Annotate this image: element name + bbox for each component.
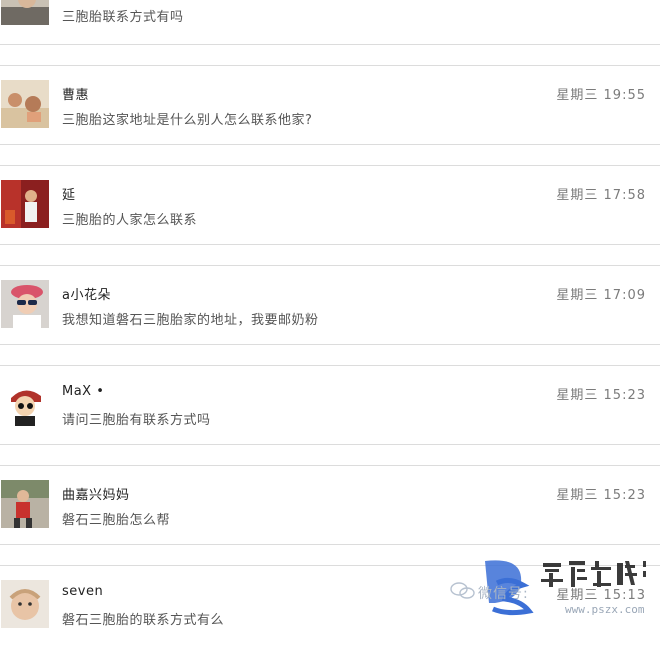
avatar[interactable]	[1, 480, 49, 528]
message-item[interactable]: a小花朵 星期三 17:09 我想知道磐石三胞胎家的地址，我要邮奶粉	[0, 266, 660, 348]
message-item[interactable]: MaX • 星期三 15:23 请问三胞胎有联系方式吗	[0, 366, 660, 448]
sender-name: 曹惠	[62, 88, 90, 103]
message-time: 星期三 15:23	[556, 488, 646, 503]
sender-name: 延	[62, 188, 76, 203]
separator	[0, 44, 660, 45]
sender-name: 曲嘉兴妈妈	[62, 488, 130, 503]
avatar[interactable]	[1, 380, 49, 428]
message-text: 磐石三胞胎怎么帮	[62, 513, 171, 528]
watermark-url: www.pszx.com	[565, 603, 645, 616]
message-item[interactable]: 三胞胎联系方式有吗	[0, 0, 660, 45]
message-time: 星期三 17:09	[556, 288, 646, 303]
avatar[interactable]	[1, 280, 49, 328]
message-text: 三胞胎这家地址是什么别人怎么联系他家?	[62, 113, 313, 128]
separator	[0, 344, 660, 345]
separator	[0, 244, 660, 245]
message-text: 磐石三胞胎的联系方式有么	[62, 613, 225, 628]
message-text: 三胞胎联系方式有吗	[62, 10, 184, 25]
sender-name: MaX •	[62, 384, 105, 399]
avatar[interactable]	[1, 580, 49, 628]
message-item[interactable]: 曹惠 星期三 19:55 三胞胎这家地址是什么别人怎么联系他家?	[0, 66, 660, 148]
watermark: 微信号: www.pszx.com	[445, 555, 660, 623]
watermark-text: 微信号:	[478, 586, 529, 602]
avatar[interactable]	[1, 180, 49, 228]
message-time: 星期三 15:23	[556, 388, 646, 403]
message-item[interactable]: 延 星期三 17:58 三胞胎的人家怎么联系	[0, 166, 660, 248]
avatar[interactable]	[1, 0, 49, 25]
message-item[interactable]: 曲嘉兴妈妈 星期三 15:23 磐石三胞胎怎么帮	[0, 466, 660, 548]
message-text: 三胞胎的人家怎么联系	[62, 213, 198, 228]
sender-name: seven	[62, 584, 104, 599]
message-text: 请问三胞胎有联系方式吗	[62, 413, 211, 428]
message-text: 我想知道磐石三胞胎家的地址，我要邮奶粉	[62, 313, 319, 328]
separator	[0, 544, 660, 545]
separator	[0, 444, 660, 445]
separator	[0, 144, 660, 145]
sender-name: a小花朵	[62, 288, 111, 303]
message-time: 星期三 19:55	[556, 88, 646, 103]
message-time: 星期三 17:58	[556, 188, 646, 203]
avatar[interactable]	[1, 80, 49, 128]
